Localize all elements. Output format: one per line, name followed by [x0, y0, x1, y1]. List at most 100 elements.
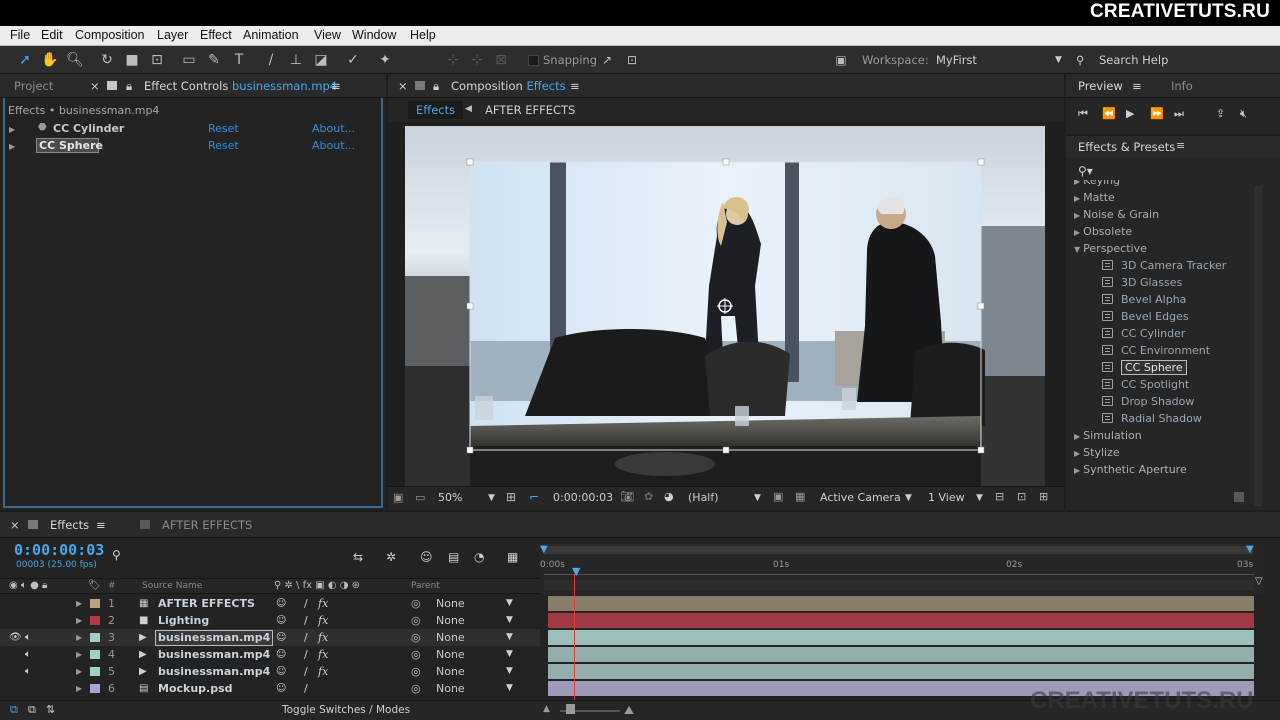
collapsed-triangle-icon[interactable]: ▶	[1074, 180, 1080, 186]
resolution-select[interactable]: (Half)	[688, 491, 719, 504]
effect-category[interactable]: ▶ Matte	[1074, 189, 1115, 206]
parent-pickwhip-icon[interactable]: ◎	[411, 595, 421, 612]
shy-switch-icon[interactable]: ☺	[276, 612, 286, 629]
text-tool-icon[interactable]: T	[229, 50, 249, 70]
tab-timeline-effects[interactable]: Effects	[50, 518, 89, 532]
workspace-dropdown-icon[interactable]: ▼	[1055, 55, 1062, 65]
effects-switch-icon[interactable]: fx	[318, 595, 328, 612]
timeline-search-icon[interactable]: ⚲	[112, 548, 121, 562]
layer-label-color[interactable]	[90, 667, 100, 676]
world-axis-icon[interactable]: ⊹	[467, 50, 487, 70]
transparency-grid-icon[interactable]: ▦	[795, 490, 805, 503]
tab-timeline-after-effects[interactable]: AFTER EFFECTS	[162, 518, 252, 532]
effects-switch-icon[interactable]: fx	[318, 646, 328, 663]
timeline-zoom-handle[interactable]	[566, 704, 575, 714]
effect-row[interactable]: ▶ CC Sphere Reset About...	[0, 138, 383, 155]
roto-brush-tool-icon[interactable]: ✓	[343, 50, 363, 70]
new-folder-icon[interactable]	[1234, 492, 1244, 502]
parent-dropdown-icon[interactable]: ▼	[506, 595, 513, 612]
zoom-tool-icon[interactable]: 🔍︎	[65, 50, 85, 70]
close-tab-icon[interactable]: ×	[398, 79, 408, 93]
timeline-current-time[interactable]: 0:00:00:03	[14, 541, 104, 559]
expand-triangle-icon[interactable]: ▶	[9, 125, 15, 134]
eraser-tool-icon[interactable]: ◪	[311, 50, 331, 70]
previous-frame-icon[interactable]: ⏪	[1102, 107, 1116, 120]
magnification-icon[interactable]: ▭	[415, 491, 425, 504]
expand-in-out-icon[interactable]: ⇅	[46, 703, 55, 716]
selection-tool-icon[interactable]: ➚	[15, 50, 35, 70]
tab-preview[interactable]: Preview	[1078, 79, 1123, 93]
shy-switch-icon[interactable]: ☺	[276, 646, 286, 663]
parent-dropdown-icon[interactable]: ▼	[506, 612, 513, 629]
layer-duration-bar[interactable]	[548, 596, 1254, 611]
lock-icon[interactable]: 🔒︎	[126, 79, 132, 94]
effect-preset-item[interactable]: Drop Shadow	[1102, 393, 1194, 410]
pen-tool-icon[interactable]: ✎	[204, 50, 224, 70]
camera-tool-icon[interactable]: ■	[122, 50, 142, 70]
first-frame-icon[interactable]: ⏮	[1078, 107, 1088, 121]
resolution-dropdown-icon[interactable]: ▼	[754, 493, 761, 503]
layer-label-color[interactable]	[90, 684, 100, 693]
toggle-pixel-aspect-icon[interactable]: ⊟	[995, 490, 1004, 503]
shy-switch-icon[interactable]: ☺	[276, 680, 286, 697]
layer-expand-icon[interactable]: ▶	[76, 595, 82, 612]
layer-row[interactable]: ▶ 1 ▦ AFTER EFFECTS ☺ / fx ◎ None ▼	[0, 595, 540, 612]
tab-info[interactable]: Info	[1171, 79, 1193, 93]
safe-margins-icon[interactable]: ⊞	[506, 490, 516, 504]
panel-menu-icon[interactable]: ≡	[331, 79, 341, 93]
layer-label-color[interactable]	[90, 599, 100, 608]
effect-preset-item[interactable]: CC Sphere	[1102, 359, 1256, 376]
zoom-in-icon[interactable]: ⛰	[624, 703, 634, 718]
fast-previews-icon[interactable]: ⊡	[1017, 490, 1026, 503]
menu-view[interactable]: View	[314, 28, 341, 42]
expand-transfer-controls-icon[interactable]: ⧉	[28, 703, 36, 717]
last-frame-icon[interactable]: ⏭	[1174, 107, 1184, 121]
comp-mini-flowchart-icon[interactable]: ⇆	[353, 550, 363, 564]
camera-select[interactable]: Active Camera	[820, 491, 901, 504]
shy-layers-icon[interactable]: ☺	[420, 550, 433, 564]
layer-expand-icon[interactable]: ▶	[76, 629, 82, 646]
close-tab-icon[interactable]: ×	[90, 79, 100, 93]
layer-row[interactable]: ▶ 6 ▤ Mockup.psd ☺ / ◎ None ▼	[0, 680, 540, 697]
mask-visibility-icon[interactable]: ⌐	[529, 490, 539, 504]
snap-edges-icon[interactable]: ↗	[597, 50, 617, 70]
work-area-bar[interactable]	[543, 546, 1253, 554]
effect-category[interactable]: ▶ Noise & Grain	[1074, 206, 1159, 223]
visibility-eye-icon[interactable]: 👁︎	[9, 629, 22, 646]
loop-icon[interactable]: ⇪	[1216, 107, 1225, 120]
parent-pickwhip-icon[interactable]: ◎	[411, 680, 421, 697]
zoom-out-icon[interactable]: ▲	[543, 704, 550, 714]
effect-category[interactable]: ▶ Stylize	[1074, 444, 1120, 461]
panel-menu-icon[interactable]: ≡	[570, 79, 580, 93]
effects-search-input[interactable]: ⚲▾	[1076, 162, 1256, 182]
toggle-switches-modes-button[interactable]: Toggle Switches / Modes	[282, 704, 410, 716]
quality-switch-icon[interactable]: /	[304, 629, 308, 646]
effect-preset-item[interactable]: 3D Glasses	[1102, 274, 1182, 291]
snap-features-icon[interactable]: ⊡	[622, 50, 642, 70]
effect-preset-item[interactable]: Bevel Alpha	[1102, 291, 1186, 308]
layer-row[interactable]: 🔈︎ ▶ 5 ▶ businessman.mp4 ☺ / fx ◎ None ▼	[0, 663, 540, 680]
menu-edit[interactable]: Edit	[41, 28, 63, 42]
mute-audio-icon[interactable]: 🔇︎	[1240, 107, 1247, 121]
draft-3d-icon[interactable]: ✲	[386, 550, 396, 564]
reset-button[interactable]: Reset	[208, 122, 239, 135]
close-tab-icon[interactable]: ×	[10, 518, 20, 532]
quality-switch-icon[interactable]: /	[304, 680, 308, 697]
region-of-interest-icon[interactable]: ▣	[773, 490, 783, 503]
about-button[interactable]: About...	[312, 122, 355, 135]
timeline-icon[interactable]: ⊞	[1039, 490, 1048, 503]
pan-behind-tool-icon[interactable]: ⊡	[147, 50, 167, 70]
brush-tool-icon[interactable]: /	[261, 50, 281, 70]
layer-row[interactable]: ▶ 2 ■ Lighting ☺ / fx ◎ None ▼	[0, 612, 540, 629]
composition-viewer[interactable]	[405, 126, 1045, 486]
parent-dropdown-icon[interactable]: ▼	[506, 663, 513, 680]
layer-label-color[interactable]	[90, 633, 100, 642]
effect-category[interactable]: ▶ Synthetic Aperture	[1074, 461, 1187, 478]
effect-preset-item[interactable]: CC Cylinder	[1102, 325, 1185, 342]
layer-row[interactable]: 🔈︎ ▶ 4 ▶ businessman.mp4 ☺ / fx ◎ None ▼	[0, 646, 540, 663]
current-time-display[interactable]: 0:00:00:03	[553, 491, 613, 504]
layer-name[interactable]: Mockup.psd	[158, 680, 233, 697]
shy-switch-icon[interactable]: ☺	[276, 595, 286, 612]
layer-duration-bar[interactable]	[548, 630, 1254, 645]
layer-name[interactable]: businessman.mp4	[158, 663, 270, 680]
